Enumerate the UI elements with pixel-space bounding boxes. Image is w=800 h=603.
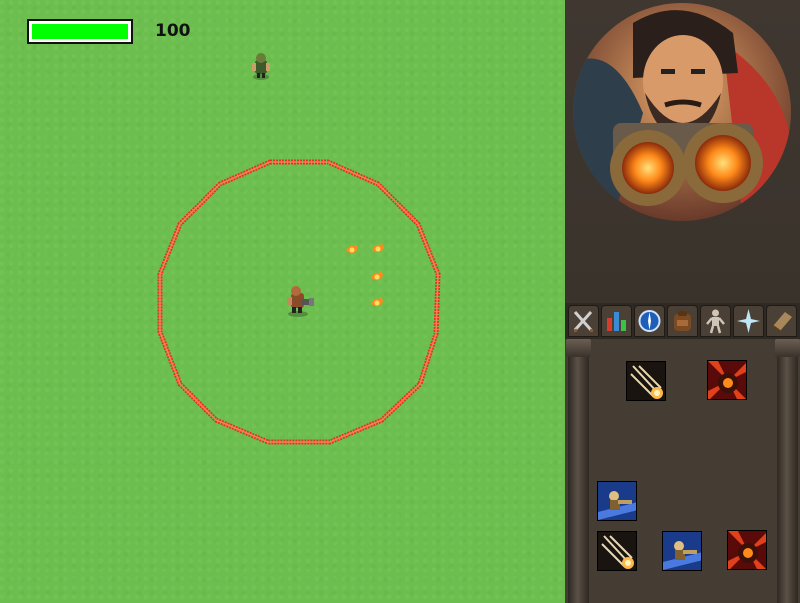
panel-tabs (565, 303, 800, 339)
health-bar (27, 19, 133, 44)
tab-stats[interactable] (601, 305, 632, 337)
tab-equipment[interactable] (700, 305, 731, 337)
body-equipment-icon (706, 309, 725, 334)
skill-slot-fire-blast[interactable] (707, 360, 747, 400)
gunner-dash-skill-icon (598, 482, 636, 520)
tab-magic[interactable] (733, 305, 764, 337)
skills-panel (565, 339, 800, 603)
fire-blast-skill-icon (728, 531, 766, 569)
flame-arrows-skill-icon (627, 362, 665, 400)
tab-spellbook[interactable] (766, 305, 797, 337)
sidebar (565, 0, 800, 603)
sparkle-icon (737, 309, 760, 333)
enemy-soldier[interactable] (249, 51, 273, 81)
player-hero[interactable] (281, 283, 317, 319)
tab-quests[interactable] (634, 305, 665, 337)
portrait-area (565, 0, 800, 303)
game-field[interactable]: 100 (0, 0, 565, 603)
skill-slot-flame-arrows[interactable] (626, 361, 666, 401)
flame-arrows-skill-icon (598, 532, 636, 570)
fire-projectile (371, 271, 383, 281)
tab-inventory[interactable] (667, 305, 698, 337)
health-value: 100 (155, 21, 191, 41)
fire-projectile (371, 297, 383, 307)
right-pillar (775, 339, 800, 603)
gunner-dash-skill-icon (663, 532, 701, 570)
fire-projectile (372, 243, 384, 253)
fire-blast-skill-icon (708, 361, 746, 399)
stats-bars-icon (607, 312, 626, 331)
spellbook-icon (772, 312, 792, 332)
fire-projectile (346, 244, 358, 254)
skill-slot-flame-arrows[interactable] (597, 531, 637, 571)
skill-slot-gunner-dash[interactable] (662, 531, 702, 571)
tab-combat[interactable] (568, 305, 599, 337)
skill-slot-fire-blast[interactable] (727, 530, 767, 570)
left-pillar (566, 339, 591, 603)
compass-icon (638, 310, 661, 332)
skill-slot-gunner-dash[interactable] (597, 481, 637, 521)
backpack-icon (674, 311, 691, 331)
hero-portrait (573, 3, 791, 221)
health-bar-fill (32, 24, 128, 39)
swords-icon (573, 311, 594, 333)
